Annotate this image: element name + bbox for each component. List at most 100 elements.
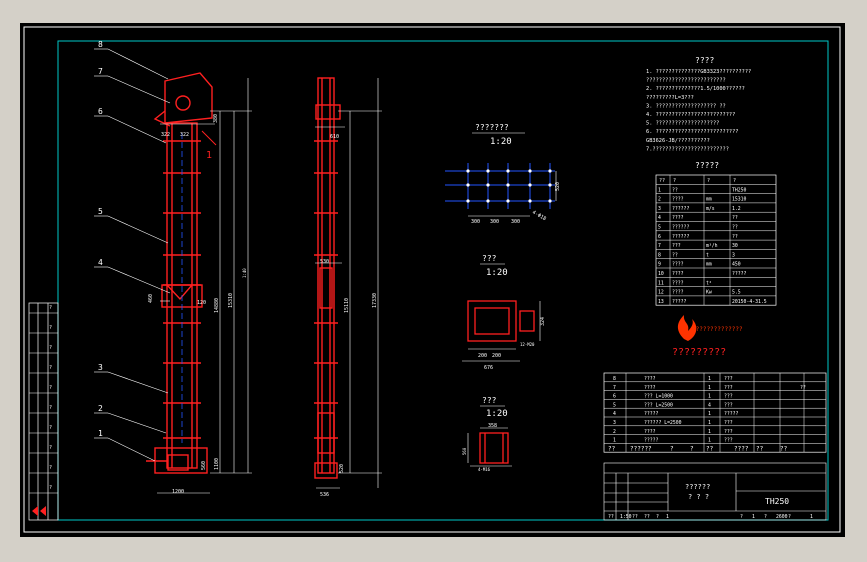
spec-cell: ????	[672, 290, 684, 296]
grid-bolt	[506, 169, 510, 173]
note-line: 5. ????????????????????	[646, 121, 719, 127]
grid-bolt	[486, 199, 490, 203]
note-line: 1. ??????????????GB3323??????????	[646, 69, 751, 75]
side-dim-top-w: 610	[330, 134, 339, 140]
title-code: TH250	[765, 497, 789, 506]
spec-cell: 5	[658, 225, 661, 231]
grid-bolt	[486, 169, 490, 173]
strip-cell-text: ?	[49, 485, 52, 491]
bom-cell: 3	[613, 420, 616, 426]
section2-dim-side: 324	[540, 317, 546, 326]
bom-cell: ??	[800, 385, 806, 391]
spec-cell: t²	[706, 280, 712, 286]
note-line: ?????????L=3???	[646, 95, 694, 101]
section-view-3: ??? 1:20 358 4-M16 560	[462, 396, 512, 472]
spec-cell: ????	[672, 215, 684, 221]
strip-cell-text: ?	[49, 445, 52, 451]
front-dim-aux-h: 1100	[214, 458, 220, 470]
spec-cell: ??????	[672, 234, 689, 240]
grid-bolt	[548, 183, 552, 187]
spec-cell: t	[706, 252, 709, 258]
note-line: 7.????????????????????????	[646, 146, 729, 152]
title-footer-cell: ?	[740, 514, 743, 520]
bom-cell: ???	[724, 385, 733, 391]
spec-cell: mm	[706, 263, 712, 268]
balloon-label: 5	[98, 207, 103, 216]
note-line: 6. ??????????????????????????	[646, 129, 738, 135]
bom-cell: 1	[708, 385, 711, 391]
grid-bolt	[528, 199, 532, 203]
bom-cell: 1	[708, 429, 711, 435]
spec-cell: 30	[732, 243, 738, 249]
spec-header-cell: ?	[673, 178, 676, 184]
bom-cell: ???	[724, 438, 733, 444]
bom-cell: 1	[708, 394, 711, 400]
strip-arrows-icon	[32, 506, 46, 516]
left-revision-strip	[28, 302, 59, 521]
section1-note: 4-Φ18	[531, 210, 547, 223]
spec-cell: ??????	[672, 225, 689, 231]
bill-of-materials: 8???? 1 ???7???? 1??? ??6??? L=1000 1 ???5??? …	[603, 372, 827, 453]
spec-cell: 3	[658, 206, 661, 212]
strip-cell-text: ?	[49, 405, 52, 411]
spec-header-cell: ?	[733, 178, 736, 184]
bom-cell: 7	[613, 385, 616, 391]
spec-cell: 1	[658, 187, 661, 193]
grid-bolt	[528, 169, 532, 173]
grid-bolt	[466, 199, 470, 203]
spec-cell: ????	[672, 280, 684, 286]
note-line: 2. ??????????????1.5/1000??????	[646, 86, 745, 92]
spec-cell: 4	[658, 215, 661, 221]
bom-cell: 1	[708, 438, 711, 444]
grid-bolt	[548, 199, 552, 203]
section1-dim-pitch1: 300	[471, 219, 480, 225]
note-line: GB3626-JB/??????????	[646, 138, 710, 144]
spec-cell: 11	[658, 280, 664, 286]
cad-viewport[interactable]: ?????????? 322 322 380 14880 15310 1:40 …	[20, 23, 845, 537]
front-dim-ratio: 1:40	[242, 268, 247, 278]
section3-title: ???	[482, 396, 497, 405]
spec-cell: ??	[732, 234, 738, 240]
title-footer-cell: 1:50	[620, 514, 632, 520]
bom-header-cell: ?	[690, 445, 694, 452]
section1-grid	[445, 163, 557, 217]
logo-caption: ?????????	[672, 347, 726, 358]
bom-cell: 4	[708, 402, 711, 408]
strip-cell-text: ?	[49, 365, 52, 371]
section-view-2: ??? 1:20 200 200 12-M20 676 324	[462, 254, 546, 371]
spec-cell: ????	[672, 197, 684, 203]
bom-cell: 2	[613, 429, 616, 435]
spec-cell: TH250	[732, 187, 747, 193]
title-footer-cell: ?	[656, 514, 659, 520]
title-footer-cell: ??	[632, 514, 638, 520]
bom-cell: 1	[613, 438, 616, 444]
spec-cell: ??	[672, 252, 678, 258]
title-footer-cell: ??	[644, 514, 650, 520]
grid-bolt	[528, 183, 532, 187]
bom-cell: 1	[708, 420, 711, 426]
grid-bolt	[466, 183, 470, 187]
cad-drawing-canvas: ?????????? 322 322 380 14880 15310 1:40 …	[23, 26, 841, 533]
front-dim-bottom-w: 1200	[172, 489, 184, 495]
spec-cell: ?????	[732, 271, 747, 277]
balloon-label: 4	[98, 258, 103, 267]
spec-cell: ??????	[672, 206, 689, 212]
front-dim-mid-w1: 460	[148, 294, 154, 303]
bom-cell: ??? L=1000	[644, 394, 673, 400]
front-dim-top-w1: 322	[161, 132, 170, 138]
spec-cell: ??	[732, 215, 738, 221]
bom-grid: 8???? 1 ???7???? 1??? ??6??? L=1000 1 ???5??? …	[603, 372, 827, 453]
section2-dim-total: 676	[484, 365, 493, 371]
spec-cell: ???	[672, 243, 681, 249]
spec-cell: ????	[672, 262, 684, 268]
title-footer-cell: 1	[752, 514, 755, 520]
bom-cell: ????	[644, 429, 656, 435]
section1-dim-pitch3: 300	[511, 219, 520, 225]
spec-table-title: ?????	[695, 161, 719, 170]
spec-cell: 9	[658, 262, 661, 268]
spec-cell: 10	[658, 271, 664, 277]
section1-dim-height: 520	[555, 182, 561, 191]
bom-cell: ????	[644, 385, 656, 391]
grid-bolt	[548, 169, 552, 173]
side-dim-bottom-w: 536	[320, 492, 329, 498]
